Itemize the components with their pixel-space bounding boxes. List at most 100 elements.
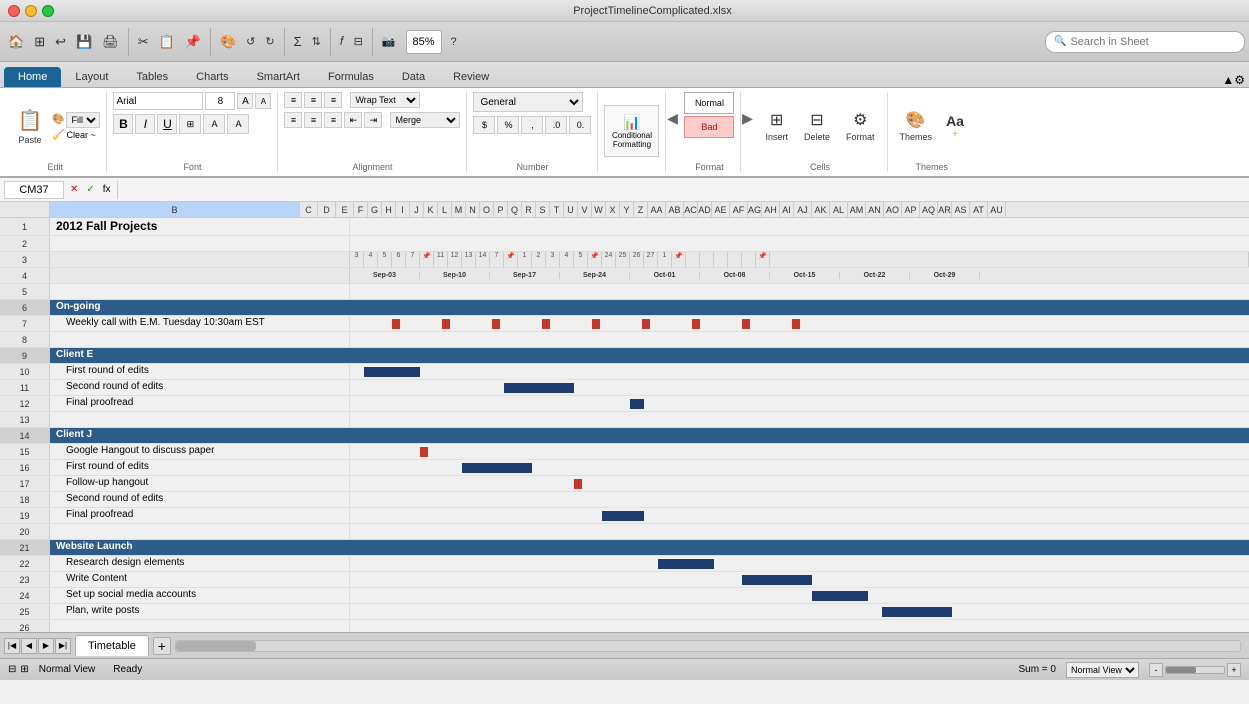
- themes-aa-button[interactable]: Aa+: [940, 100, 970, 152]
- col-header-u[interactable]: U: [564, 202, 578, 217]
- toolbar-grid-icon[interactable]: ⊞: [30, 27, 49, 57]
- toolbar-home-icon[interactable]: 🏠: [4, 27, 28, 57]
- cell-b1[interactable]: 2012 Fall Projects: [50, 218, 350, 235]
- cell-b22[interactable]: Research design elements: [50, 556, 350, 571]
- toolbar-fx-icon[interactable]: 𝑓: [336, 27, 348, 57]
- fill-dropdown[interactable]: Fill: [66, 112, 100, 128]
- toolbar-sigma-icon[interactable]: Σ: [290, 27, 306, 57]
- col-header-aa[interactable]: AA: [648, 202, 666, 217]
- format-scroll-right-icon[interactable]: ▶: [741, 92, 753, 144]
- col-header-ac[interactable]: AC: [684, 202, 698, 217]
- col-header-h[interactable]: H: [382, 202, 396, 217]
- col-header-an[interactable]: AN: [866, 202, 884, 217]
- col-header-ae[interactable]: AE: [712, 202, 730, 217]
- cell-b18[interactable]: Second round of edits: [50, 492, 350, 507]
- cell-b24[interactable]: Set up social media accounts: [50, 588, 350, 603]
- highlight-button[interactable]: A: [203, 114, 225, 134]
- col-header-f[interactable]: F: [354, 202, 368, 217]
- align-center-top-button[interactable]: ≡: [304, 92, 322, 108]
- cell-b23[interactable]: Write Content: [50, 572, 350, 587]
- col-header-aj[interactable]: AJ: [794, 202, 812, 217]
- currency-button[interactable]: $: [473, 116, 495, 134]
- paste-button[interactable]: 📋 Paste: [10, 100, 50, 152]
- font-family-input[interactable]: [113, 92, 203, 110]
- cell-b15[interactable]: Google Hangout to discuss paper: [50, 444, 350, 459]
- formula-input[interactable]: [122, 184, 1245, 196]
- toolbar-copy-icon[interactable]: 📋: [155, 27, 179, 57]
- col-header-ao[interactable]: AO: [884, 202, 902, 217]
- col-header-ar[interactable]: AR: [938, 202, 952, 217]
- tab-data[interactable]: Data: [388, 67, 439, 87]
- col-header-ai[interactable]: AI: [780, 202, 794, 217]
- format-bad-button[interactable]: Bad: [684, 116, 734, 138]
- align-right-top-button[interactable]: ≡: [324, 92, 342, 108]
- conditional-formatting-button[interactable]: 📊 ConditionalFormatting: [604, 105, 659, 157]
- format-cells-button[interactable]: ⚙ Format: [840, 100, 881, 152]
- tab-charts[interactable]: Charts: [182, 67, 242, 87]
- clear-button[interactable]: Clear ~: [66, 130, 95, 140]
- col-header-am[interactable]: AM: [848, 202, 866, 217]
- sheet-nav-prev-button[interactable]: ◀: [21, 638, 37, 654]
- scroll-thumb[interactable]: [176, 641, 256, 651]
- maximize-button[interactable]: [42, 5, 54, 17]
- bold-button[interactable]: B: [113, 114, 133, 134]
- toolbar-sort-icon[interactable]: ⇅: [308, 27, 325, 57]
- col-header-o[interactable]: O: [480, 202, 494, 217]
- col-header-ak[interactable]: AK: [812, 202, 830, 217]
- col-header-c[interactable]: C: [300, 202, 318, 217]
- cell-b25[interactable]: Plan, write posts: [50, 604, 350, 619]
- cell-b7[interactable]: Weekly call with E.M. Tuesday 10:30am ES…: [50, 316, 350, 331]
- zoom-in-button[interactable]: +: [1227, 663, 1241, 677]
- col-header-as[interactable]: AS: [952, 202, 970, 217]
- search-box[interactable]: 🔍: [1045, 31, 1245, 53]
- toolbar-save-icon[interactable]: 💾: [72, 27, 96, 57]
- insert-button[interactable]: ⊞ Insert: [759, 100, 794, 152]
- merge-dropdown[interactable]: Merge: [390, 112, 460, 128]
- font-color-button[interactable]: A: [227, 114, 249, 134]
- grid-scroll[interactable]: 1 2012 Fall Projects 2 3 3 4 5 6 7 📌: [0, 218, 1249, 632]
- zoom-slider[interactable]: [1165, 666, 1225, 674]
- col-header-v[interactable]: V: [578, 202, 592, 217]
- confirm-formula-button[interactable]: ✓: [86, 184, 94, 195]
- close-button[interactable]: [8, 5, 20, 17]
- col-header-ah[interactable]: AH: [762, 202, 780, 217]
- cell-b16[interactable]: First round of edits: [50, 460, 350, 475]
- col-header-k[interactable]: K: [424, 202, 438, 217]
- align-center-button[interactable]: ≡: [304, 112, 322, 128]
- align-left-button[interactable]: ≡: [284, 112, 302, 128]
- col-header-b[interactable]: B: [50, 202, 300, 217]
- font-size-increase-button[interactable]: A: [237, 93, 253, 109]
- zoom-help-icon[interactable]: ?: [444, 32, 464, 52]
- col-header-al[interactable]: AL: [830, 202, 848, 217]
- themes-button[interactable]: 🎨 Themes: [894, 100, 939, 152]
- col-header-ab[interactable]: AB: [666, 202, 684, 217]
- sheet-tab-timetable[interactable]: Timetable: [75, 635, 149, 656]
- toolbar-camera-icon[interactable]: 📷: [378, 27, 400, 57]
- toolbar-print-icon[interactable]: 🖨: [98, 27, 123, 57]
- col-header-g[interactable]: G: [368, 202, 382, 217]
- minimize-button[interactable]: [25, 5, 37, 17]
- col-header-q[interactable]: Q: [508, 202, 522, 217]
- col-header-at[interactable]: AT: [970, 202, 988, 217]
- zoom-dropdown[interactable]: Normal View: [1066, 662, 1139, 678]
- cell-b11[interactable]: Second round of edits: [50, 380, 350, 395]
- cell-reference-input[interactable]: [4, 181, 64, 199]
- cell-b2[interactable]: [50, 236, 350, 251]
- sheet-nav-last-button[interactable]: ▶|: [55, 638, 71, 654]
- format-normal-button[interactable]: Normal: [684, 92, 734, 114]
- tab-smartart[interactable]: SmartArt: [243, 67, 314, 87]
- col-header-au[interactable]: AU: [988, 202, 1006, 217]
- toolbar-paste-icon[interactable]: 📌: [181, 27, 205, 57]
- col-header-ag[interactable]: AG: [748, 202, 762, 217]
- font-size-decrease-button[interactable]: A: [255, 93, 271, 109]
- cell-b19[interactable]: Final proofread: [50, 508, 350, 523]
- italic-button[interactable]: I: [135, 114, 155, 134]
- col-header-y[interactable]: Y: [620, 202, 634, 217]
- cell-b10[interactable]: First round of edits: [50, 364, 350, 379]
- search-input[interactable]: [1070, 36, 1230, 48]
- indent-increase-button[interactable]: ⇥: [364, 112, 382, 128]
- page-layout-view-button[interactable]: ⊞: [20, 664, 28, 675]
- col-header-af[interactable]: AF: [730, 202, 748, 217]
- delete-button[interactable]: ⊟ Delete: [798, 100, 836, 152]
- col-header-t[interactable]: T: [550, 202, 564, 217]
